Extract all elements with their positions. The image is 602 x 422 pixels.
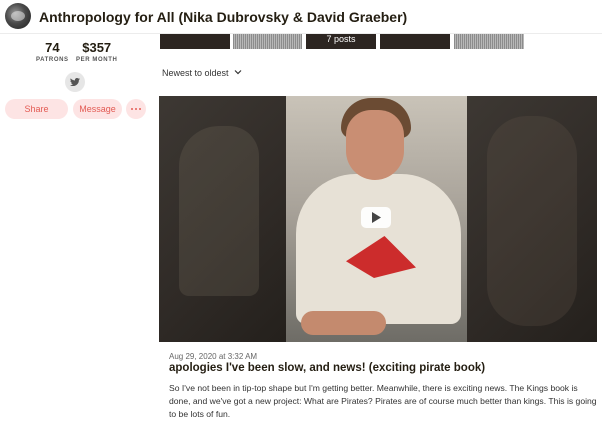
message-button[interactable]: Message xyxy=(73,99,122,119)
patrons-count: 74 xyxy=(45,40,60,55)
patrons-stat: 74 PATRONS xyxy=(36,40,69,63)
creator-header: Anthropology for All (Nika Dubrovsky & D… xyxy=(0,0,602,34)
post-video[interactable] xyxy=(159,96,597,342)
post-title[interactable]: apologies I've been slow, and news! (exc… xyxy=(169,362,485,374)
video-blurred-background xyxy=(467,96,597,342)
creator-sidebar: 74 PATRONS $357 PER MONTH Share Message xyxy=(0,34,150,422)
video-blurred-background xyxy=(159,96,286,342)
play-button[interactable] xyxy=(361,207,391,228)
patrons-label: PATRONS xyxy=(36,57,69,63)
post-date[interactable]: Aug 29, 2020 at 3:32 AM xyxy=(169,352,257,361)
creator-avatar[interactable] xyxy=(5,3,31,29)
more-dots-icon xyxy=(131,108,133,110)
chevron-down-icon xyxy=(234,70,242,75)
collection-post-count: 7 posts xyxy=(326,34,356,44)
creator-title[interactable]: Anthropology for All (Nika Dubrovsky & D… xyxy=(39,9,407,25)
share-button[interactable]: Share xyxy=(5,99,68,119)
twitter-icon xyxy=(70,78,80,86)
twitter-link[interactable] xyxy=(65,72,85,92)
sort-dropdown[interactable]: Newest to oldest xyxy=(162,68,242,78)
earnings-amount: $357 xyxy=(82,40,112,55)
play-icon xyxy=(372,212,381,223)
post-body: So I've not been in tip-top shape but I'… xyxy=(169,383,597,419)
more-options-button[interactable] xyxy=(126,99,146,119)
earnings-stat: $357 PER MONTH xyxy=(76,40,117,63)
sort-label: Newest to oldest xyxy=(162,68,229,78)
earnings-label: PER MONTH xyxy=(76,57,118,63)
